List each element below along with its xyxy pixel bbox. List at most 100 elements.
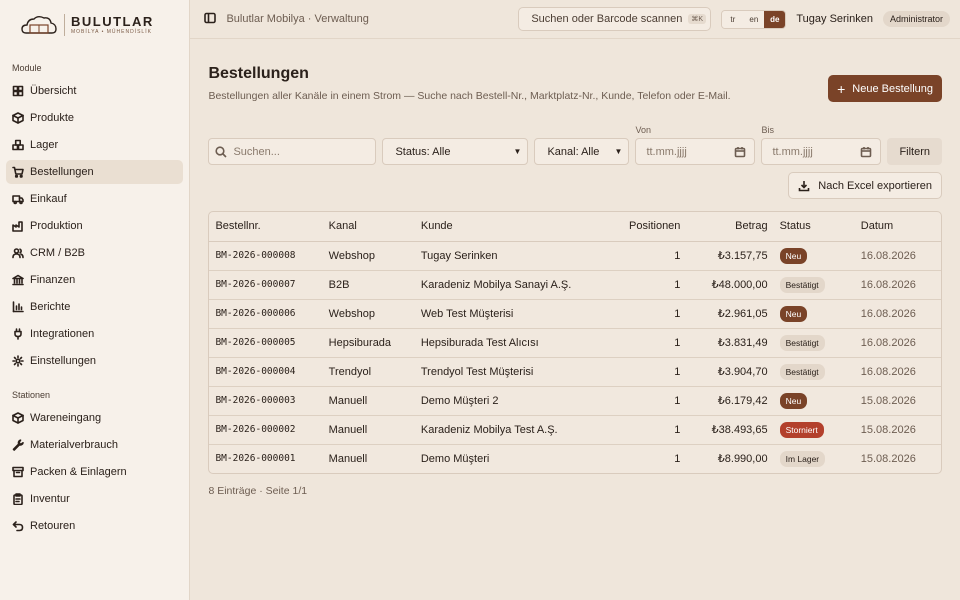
status-cell: Im Lager xyxy=(774,444,855,473)
brand-logo[interactable]: BULUTLAR MOBİLYA • MÜHENDİSLİK xyxy=(0,0,189,50)
to-date-label: Bis xyxy=(761,125,774,135)
table-row[interactable]: BM-2026-000005 Hepsiburada Hepsiburada Tes… xyxy=(209,328,941,358)
positions-cell: 1 xyxy=(601,357,687,387)
calendar-icon[interactable] xyxy=(860,146,872,158)
channel-cell: Manuell xyxy=(322,415,415,445)
language-option-tr[interactable]: tr xyxy=(722,10,744,28)
sidebar-item-einstellungen[interactable]: Einstellungen xyxy=(6,349,183,373)
channel-select[interactable]: Kanal: Alle ▼ xyxy=(534,138,630,165)
from-date-input[interactable]: tt.mm.jjjj xyxy=(635,138,756,165)
language-option-en[interactable]: en xyxy=(743,10,765,28)
amount-cell: ₺3.831,49 xyxy=(686,328,774,358)
pagination-info: 8 Einträge · Seite 1/1 xyxy=(208,485,308,497)
box-icon xyxy=(12,112,24,124)
filter-button[interactable]: Filtern xyxy=(887,138,942,165)
users-icon xyxy=(12,248,24,259)
sidebar-item-wareneingang[interactable]: Wareneingang xyxy=(6,406,183,430)
bar-chart-icon xyxy=(12,301,24,313)
bank-icon xyxy=(12,274,24,286)
to-date-placeholder: tt.mm.jjjj xyxy=(772,145,813,158)
sidebar-item-bestellungen[interactable]: Bestellungen xyxy=(6,160,184,184)
column-header-positions[interactable]: Positionen xyxy=(601,212,687,242)
plus-icon: + xyxy=(837,80,846,97)
modules-section-label: Module xyxy=(12,63,42,73)
sidebar-item-übersicht[interactable]: Übersicht xyxy=(6,79,183,103)
modules-nav: Übersicht Produkte Lager Bestellungen Einkau… xyxy=(0,79,189,376)
channel-cell: Webshop xyxy=(322,241,415,271)
sidebar-item-berichte[interactable]: Berichte xyxy=(6,295,183,319)
global-search-input[interactable]: Suchen oder Barcode scannen ⌘K xyxy=(518,7,712,31)
sidebar-item-finanzen[interactable]: Finanzen xyxy=(6,268,183,292)
breadcrumb: Bulutlar Mobilya · Verwaltung xyxy=(226,13,369,25)
brand-name: BULUTLAR xyxy=(71,14,154,29)
clipboard-icon xyxy=(13,493,23,505)
user-name[interactable]: Tugay Serinken xyxy=(796,13,873,25)
user-role-badge: Administrator xyxy=(882,11,950,27)
table-row[interactable]: BM-2026-000004 Trendyol Trendyol Test Müşt… xyxy=(209,357,941,387)
sidebar-toggle-icon[interactable] xyxy=(204,12,217,27)
table-row[interactable]: BM-2026-000003 Manuell Demo Müşteri 2 1 ₺6.1… xyxy=(209,386,941,416)
column-header-customer[interactable]: Kunde xyxy=(414,212,602,242)
sidebar-item-label: Produkte xyxy=(30,112,75,124)
sidebar-item-inventur[interactable]: Inventur xyxy=(6,487,183,511)
sidebar-item-label: Berichte xyxy=(30,301,71,313)
sidebar: BULUTLAR MOBİLYA • MÜHENDİSLİK Module Üb… xyxy=(0,0,191,600)
customer-cell: Karadeniz Mobilya Sanayi A.Ş. xyxy=(414,270,602,300)
positions-cell: 1 xyxy=(601,328,687,358)
table-header-row: Bestellnr. Kanal Kunde Positionen Betrag… xyxy=(209,212,941,242)
package-in-icon xyxy=(12,412,24,424)
status-badge: Bestätigt xyxy=(779,363,825,380)
sidebar-item-crm-b2b[interactable]: CRM / B2B xyxy=(6,241,183,265)
date-cell: 16.08.2026 xyxy=(854,270,941,300)
sidebar-item-label: Inventur xyxy=(30,493,70,505)
customer-cell: Hepsiburada Test Alıcısı xyxy=(414,328,602,358)
customer-cell: Tugay Serinken xyxy=(414,241,602,271)
topbar: Bulutlar Mobilya · Verwaltung Suchen ode… xyxy=(190,0,960,39)
table-row[interactable]: BM-2026-000002 Manuell Karadeniz Mobilya T… xyxy=(209,415,941,445)
column-header-nr[interactable]: Bestellnr. xyxy=(209,212,323,242)
sidebar-item-retouren[interactable]: Retouren xyxy=(6,514,183,538)
column-header-date[interactable]: Datum xyxy=(854,212,941,242)
table-row[interactable]: BM-2026-000001 Manuell Demo Müşteri 1 ₺8.990… xyxy=(209,444,941,473)
sidebar-item-label: Lager xyxy=(30,139,59,151)
sidebar-item-produktion[interactable]: Produktion xyxy=(6,214,183,238)
calendar-icon[interactable] xyxy=(734,146,746,158)
table-row[interactable]: BM-2026-000006 Webshop Web Test Müşterisi 1… xyxy=(209,299,941,329)
sidebar-item-lager[interactable]: Lager xyxy=(6,133,183,157)
sidebar-item-produkte[interactable]: Produkte xyxy=(6,106,183,130)
positions-cell: 1 xyxy=(601,299,687,329)
sidebar-item-label: Finanzen xyxy=(30,274,76,286)
status-cell: Bestätigt xyxy=(773,357,855,387)
status-select-value: Status: Alle xyxy=(395,145,451,158)
status-cell: Neu xyxy=(773,386,855,416)
order-search-input[interactable]: Suchen... xyxy=(208,138,377,165)
export-excel-label: Nach Excel exportieren xyxy=(818,179,932,192)
plug-icon xyxy=(14,328,22,340)
sidebar-item-einkauf[interactable]: Einkauf xyxy=(6,187,183,211)
chevron-down-icon: ▼ xyxy=(513,147,522,156)
export-excel-button[interactable]: Nach Excel exportieren xyxy=(788,172,942,199)
sidebar-item-materialverbrauch[interactable]: Materialverbrauch xyxy=(6,433,183,457)
shortcut-hint: ⌘K xyxy=(688,14,707,24)
channel-select-value: Kanal: Alle xyxy=(547,145,600,158)
main-area: Bulutlar Mobilya · Verwaltung Suchen ode… xyxy=(190,0,960,600)
order-number-cell: BM-2026-000007 xyxy=(209,270,323,300)
to-date-input[interactable]: tt.mm.jjjj xyxy=(761,138,882,165)
sidebar-item-integrationen[interactable]: Integrationen xyxy=(6,322,183,346)
order-search-placeholder: Suchen... xyxy=(233,145,280,158)
channel-cell: Webshop xyxy=(322,299,415,329)
sidebar-item-packen-einlagern[interactable]: Packen & Einlagern xyxy=(6,460,183,484)
new-order-button[interactable]: + Neue Bestellung xyxy=(828,75,942,102)
table-row[interactable]: BM-2026-000008 Webshop Tugay Serinken 1 ₺3.1… xyxy=(209,241,941,271)
language-option-de[interactable]: de xyxy=(764,10,786,28)
cart-icon xyxy=(12,166,24,178)
column-header-status[interactable]: Status xyxy=(773,212,855,242)
page-subtitle: Bestellungen aller Kanäle in einem Strom… xyxy=(208,90,731,102)
language-switcher: tr en de xyxy=(721,9,787,29)
download-icon xyxy=(798,180,810,191)
status-badge: Storniert xyxy=(779,421,824,438)
column-header-channel[interactable]: Kanal xyxy=(322,212,415,242)
table-row[interactable]: BM-2026-000007 B2B Karadeniz Mobilya Sanay… xyxy=(209,270,941,300)
status-select[interactable]: Status: Alle ▼ xyxy=(382,138,529,165)
column-header-amount[interactable]: Betrag xyxy=(686,212,774,242)
